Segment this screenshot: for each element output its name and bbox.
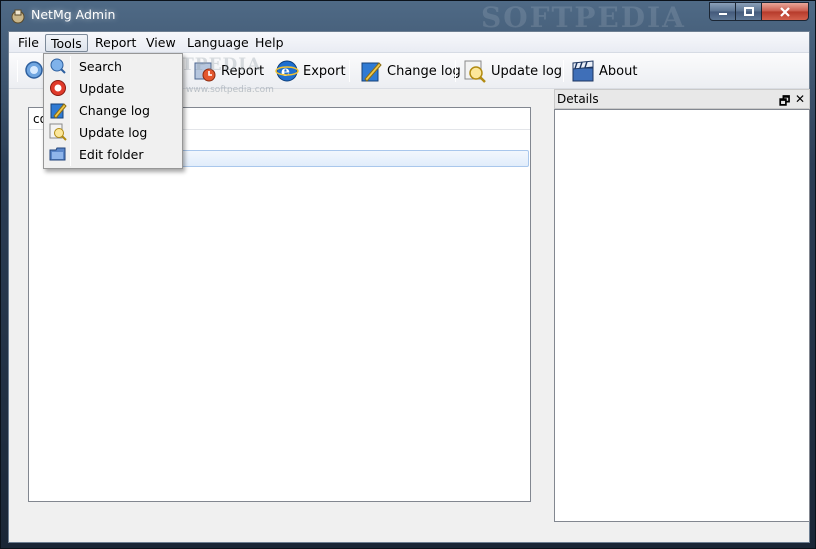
menu-item-update-log[interactable]: Update log (46, 121, 180, 143)
clapperboard-icon (572, 60, 594, 82)
menu-report[interactable]: Report (90, 34, 141, 52)
maximize-button[interactable] (735, 2, 762, 21)
tools-dropdown-menu: Search Update Change log Update log Edit… (43, 53, 183, 169)
menu-bar: File Tools Report View Language Help (9, 32, 809, 53)
app-icon (10, 8, 26, 24)
update-log-icon (49, 123, 67, 141)
details-panel: Details 🗗 ✕ (554, 89, 810, 523)
menu-item-label: Search (79, 58, 122, 74)
about-button[interactable]: About (571, 58, 637, 84)
menu-file[interactable]: File (13, 34, 44, 52)
change-log-icon (361, 62, 382, 82)
search-icon (50, 58, 66, 74)
menu-item-label: Change log (79, 102, 150, 118)
close-button[interactable] (761, 2, 809, 21)
details-title: Details (557, 92, 599, 106)
menu-item-label: Update (79, 80, 125, 96)
update-icon (50, 80, 66, 96)
close-icon (780, 6, 790, 17)
change-log-icon (50, 103, 67, 119)
minimize-button[interactable] (709, 2, 736, 21)
menu-tools[interactable]: Tools (45, 34, 88, 52)
change-log-label: Change log (387, 63, 461, 79)
edit-folder-icon (49, 147, 66, 161)
update-log-label: Update log (491, 63, 563, 79)
minimize-icon (718, 12, 727, 15)
details-title-bar: Details 🗗 ✕ (554, 89, 810, 109)
export-label: Export (303, 63, 346, 79)
export-icon: e (275, 60, 299, 82)
toolbar-grip (17, 60, 18, 82)
menu-item-update[interactable]: Update (46, 77, 180, 99)
menu-help[interactable]: Help (250, 34, 289, 52)
title-bar[interactable]: NetMg Admin SOFTPEDIA (1, 1, 815, 34)
details-content (554, 109, 810, 522)
window-title: NetMg Admin (31, 7, 116, 22)
maximize-icon (743, 7, 754, 16)
toolbar-separator (349, 60, 350, 82)
menu-item-search[interactable]: Search (46, 55, 180, 77)
toolbar-separator (455, 60, 456, 82)
menu-item-edit-folder[interactable]: Edit folder (46, 143, 180, 165)
menu-item-label: Edit folder (79, 146, 144, 162)
update-log-button[interactable]: Update log (463, 58, 562, 84)
change-log-button[interactable]: Change log (359, 58, 461, 84)
close-panel-icon[interactable]: ✕ (795, 92, 805, 106)
menu-item-label: Update log (79, 124, 148, 140)
watermark-url: www.softpedia.com (186, 85, 274, 95)
update-log-icon (464, 60, 486, 83)
menu-view[interactable]: View (141, 34, 181, 52)
menu-item-change-log[interactable]: Change log (46, 99, 180, 121)
app-window: NetMg Admin SOFTPEDIA File Tools Report … (0, 0, 816, 549)
watermark: SOFTPEDIA (481, 1, 686, 34)
menu-language[interactable]: Language (182, 34, 254, 52)
export-button[interactable]: e Export (275, 58, 346, 84)
toolbar-separator (563, 60, 564, 82)
about-label: About (599, 63, 638, 79)
